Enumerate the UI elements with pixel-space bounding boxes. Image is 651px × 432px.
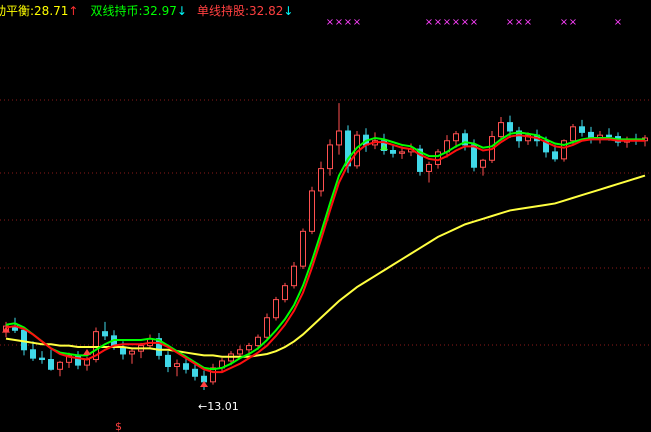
candle-body bbox=[48, 359, 54, 370]
legend-item-double-line: 双线持币:32.97↓ bbox=[90, 3, 186, 19]
arrow-up-icon: ↑ bbox=[68, 4, 79, 18]
candle-body bbox=[498, 122, 504, 138]
x-marker: × bbox=[470, 17, 478, 28]
fast-line bbox=[5, 131, 645, 371]
x-marker: × bbox=[353, 17, 361, 28]
candle-body bbox=[237, 349, 243, 355]
candle-body bbox=[336, 130, 342, 146]
legend-balance-value: 28.71 bbox=[34, 4, 69, 18]
candle-body bbox=[570, 126, 576, 142]
candle-body bbox=[480, 159, 486, 168]
candle-body bbox=[291, 265, 297, 287]
x-marker: × bbox=[335, 17, 343, 28]
candle-body bbox=[453, 133, 459, 142]
legend-balance-label: 动平衡: bbox=[0, 4, 35, 18]
candle-body bbox=[183, 363, 189, 370]
dollar-marker: $ bbox=[115, 420, 122, 432]
candle-body bbox=[471, 144, 477, 168]
x-marker: × bbox=[614, 17, 622, 28]
x-marker: × bbox=[326, 17, 334, 28]
low-price-label: ←13.01 bbox=[198, 400, 239, 413]
candle-body bbox=[309, 190, 315, 232]
candle-body bbox=[282, 285, 288, 301]
candle-body bbox=[21, 329, 27, 351]
candle-body bbox=[606, 134, 612, 138]
kline-chart-panel[interactable]: × × × × × × × × × × × × × × × × ←13.01 $ 动平衡:28.71↑ 双线持币:… bbox=[0, 0, 651, 432]
candle-body bbox=[273, 299, 279, 319]
legend-item-balance: 动平衡:28.71↑ bbox=[0, 3, 78, 19]
legend-single-line-value: 32.82 bbox=[248, 4, 284, 18]
x-marker: × bbox=[461, 17, 469, 28]
candle-body bbox=[201, 375, 207, 383]
candle-body bbox=[192, 368, 198, 377]
x-marker: × bbox=[425, 17, 433, 28]
legend-double-line-label: 双线持币: bbox=[90, 4, 143, 18]
slow-line bbox=[5, 134, 645, 374]
x-marker: × bbox=[515, 17, 523, 28]
candle-body bbox=[129, 350, 135, 355]
candle-body bbox=[75, 354, 81, 366]
candle-body bbox=[318, 168, 324, 192]
candle-body bbox=[165, 354, 171, 368]
x-marker: × bbox=[569, 17, 577, 28]
candle-body bbox=[255, 336, 261, 347]
arrow-down-icon: ↓ bbox=[176, 4, 187, 18]
x-marker: × bbox=[560, 17, 568, 28]
candle-body bbox=[300, 230, 306, 267]
kline-chart[interactable]: × × × × × × × × × × × × × × × ×←13.01$ bbox=[0, 0, 651, 432]
x-marker: × bbox=[524, 17, 532, 28]
candle-body bbox=[327, 144, 333, 170]
candle-body bbox=[102, 331, 108, 337]
candle-body bbox=[507, 122, 513, 132]
x-marker: × bbox=[434, 17, 442, 28]
candle-body bbox=[57, 361, 63, 370]
x-marker: × bbox=[443, 17, 451, 28]
candle-body bbox=[435, 151, 441, 165]
candle-body bbox=[39, 357, 45, 361]
candle-body bbox=[399, 151, 405, 154]
candle-body bbox=[552, 151, 558, 160]
x-marker: × bbox=[344, 17, 352, 28]
buy-marker-icon bbox=[83, 348, 91, 355]
candle-body bbox=[30, 349, 36, 359]
ma-line bbox=[5, 174, 646, 358]
indicator-legend: 动平衡:28.71↑ 双线持币:32.97↓ 单线持股:32.82↓ bbox=[0, 3, 293, 19]
legend-item-single-line: 单线持股:32.82↓ bbox=[197, 3, 293, 19]
candle-body bbox=[426, 163, 432, 172]
candle-body bbox=[264, 317, 270, 338]
candle-body bbox=[579, 126, 585, 133]
arrow-down-icon: ↓ bbox=[283, 4, 294, 18]
candle-body bbox=[174, 363, 180, 368]
x-marker: × bbox=[452, 17, 460, 28]
legend-double-line-value: 32.97 bbox=[142, 4, 177, 18]
x-marker: × bbox=[506, 17, 514, 28]
legend-single-line-label: 单线持股: bbox=[196, 4, 249, 18]
candle-body bbox=[390, 150, 396, 154]
candle-body bbox=[246, 345, 252, 351]
